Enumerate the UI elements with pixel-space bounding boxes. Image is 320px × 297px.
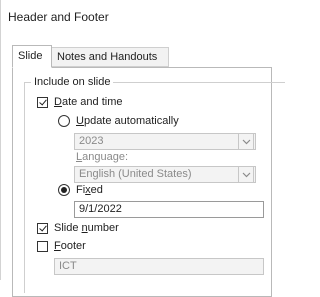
slide-number-checkbox[interactable] — [37, 223, 48, 234]
auto-date-format-value: 2023 — [79, 135, 104, 147]
header-footer-dialog: Header and Footer Slide Notes and Handou… — [0, 0, 285, 297]
fixed-date-value: 9/1/2022 — [79, 203, 122, 215]
fixed-radio[interactable] — [58, 184, 70, 196]
fixed-date-input[interactable]: 9/1/2022 — [74, 201, 264, 218]
language-value: English (United States) — [79, 168, 192, 180]
chevron-down-icon[interactable] — [238, 134, 254, 149]
footer-access-key: F — [54, 240, 61, 252]
fixed-label-rest: ed — [90, 184, 103, 196]
include-on-slide-label: Include on slide — [31, 76, 114, 88]
language-label-text: anguage: — [82, 151, 129, 163]
footer-label-rest: ooter — [60, 240, 86, 252]
fixed-label[interactable]: Fixed — [76, 184, 103, 197]
slide-number-label-pre: Slide — [54, 222, 82, 234]
fixed-label-pre: Fi — [76, 184, 86, 196]
date-and-time-label[interactable]: Date and time — [54, 96, 123, 109]
date-and-time-access-key: D — [54, 96, 62, 108]
dialog-title: Header and Footer — [8, 10, 109, 24]
update-automatically-radio[interactable] — [58, 115, 70, 127]
auto-date-format-dropdown[interactable]: 2023 — [74, 133, 256, 150]
tab-notes-and-handouts[interactable]: Notes and Handouts — [52, 47, 169, 67]
chevron-down-icon[interactable] — [238, 167, 254, 182]
language-label: Language: — [76, 151, 128, 163]
footer-text-value: ICT — [59, 260, 77, 272]
update-automatically-access-key: U — [76, 115, 84, 127]
language-dropdown[interactable]: English (United States) — [74, 166, 256, 183]
slide-number-label-rest: umber — [87, 222, 119, 234]
tab-slide[interactable]: Slide — [12, 45, 52, 68]
footer-checkbox[interactable] — [37, 241, 48, 252]
date-and-time-checkbox[interactable] — [37, 97, 48, 108]
footer-text-input[interactable]: ICT — [54, 258, 264, 275]
update-automatically-label[interactable]: Update automatically — [76, 115, 179, 128]
footer-label[interactable]: Footer — [54, 240, 86, 253]
date-and-time-label-text: ate and time — [61, 96, 123, 108]
update-automatically-label-text: pdate automatically — [83, 115, 179, 127]
slide-number-label[interactable]: Slide number — [54, 222, 119, 235]
